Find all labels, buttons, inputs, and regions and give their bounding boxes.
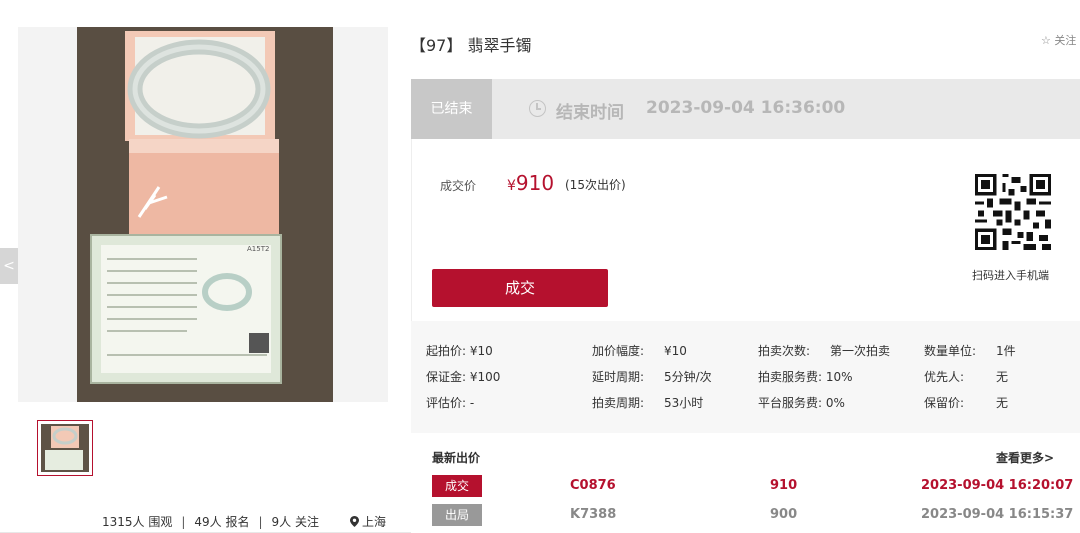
qr-code-icon[interactable] <box>975 174 1051 250</box>
see-more-link[interactable]: 查看更多> <box>996 449 1054 466</box>
bid-status-tag: 出局 <box>432 504 482 526</box>
deal-button[interactable]: 成交 <box>432 269 608 307</box>
info-item: 起拍价: ¥10 <box>426 344 493 358</box>
end-time-label: 结束时间 <box>556 103 624 123</box>
info-item: 拍卖周期: 53小时 <box>592 396 704 410</box>
info-item: 加价幅度: ¥10 <box>592 344 687 358</box>
info-col-2: 加价幅度: ¥10 延时周期: 5分钟/次 拍卖周期: 53小时 <box>592 342 712 420</box>
bidder-id: C0876 <box>570 478 616 493</box>
info-col-3: 拍卖次数: 第一次拍卖 拍卖服务费: 10% 平台服务费: 0% <box>758 342 890 420</box>
info-item: 数量单位: 1件 <box>924 344 1016 358</box>
auction-info-panel: 起拍价: ¥10 保证金: ¥100 评估价: - 加价幅度: ¥10 延时周期:… <box>411 321 1080 433</box>
views-count: 1315人 围观 <box>102 515 173 529</box>
follows-count: 9人 关注 <box>271 515 319 529</box>
thumbnail-image <box>41 424 89 472</box>
thumbnail-selected[interactable] <box>37 420 93 476</box>
location: 上海 <box>350 513 386 530</box>
info-col-1: 起拍价: ¥10 保证金: ¥100 评估价: - <box>426 342 500 420</box>
signups-count: 49人 报名 <box>194 515 250 529</box>
follow-button[interactable]: ☆ 关注 <box>1041 32 1076 48</box>
auction-status-bar: 已结束 结束时间 2023-09-04 16:36:00 <box>411 79 1080 139</box>
bid-count: (15次出价) <box>565 178 626 192</box>
currency-symbol: ¥ <box>507 178 516 194</box>
end-time-value: 2023-09-04 16:36:00 <box>646 98 846 118</box>
info-item: 拍卖服务费: 10% <box>758 370 853 384</box>
bid-amount: 900 <box>770 507 798 522</box>
bid-time: 2023-09-04 16:20:07 <box>921 478 1074 493</box>
info-item: 平台服务费: 0% <box>758 396 845 410</box>
info-item: 优先人: 无 <box>924 370 1009 384</box>
price-amount: 910 <box>515 171 555 195</box>
stats-row: 1315人 围观 | 49人 报名 | 9人 关注 <box>102 513 319 530</box>
info-item: 拍卖次数: 第一次拍卖 <box>758 344 891 358</box>
bid-row: 成交 C0876 910 2023-09-04 16:20:07 <box>411 475 1080 497</box>
clock-icon <box>529 100 546 117</box>
bid-row: 出局 K7388 900 2023-09-04 16:15:37 <box>411 504 1080 526</box>
info-item: 延时周期: 5分钟/次 <box>592 370 712 384</box>
location-pin-icon <box>350 516 359 527</box>
info-col-4: 数量单位: 1件 优先人: 无 保留价: 无 <box>924 342 1016 420</box>
jade-bangle-photo: A15T2 <box>77 27 333 402</box>
deal-price-value: ¥910 <box>507 171 554 195</box>
bidder-id: K7388 <box>570 507 617 522</box>
info-item: 保证金: ¥100 <box>426 370 501 384</box>
info-item: 保留价: 无 <box>924 396 1009 410</box>
bid-amount: 910 <box>770 478 798 493</box>
info-item: 评估价: - <box>426 396 475 410</box>
qr-caption: 扫码进入手机端 <box>972 269 1049 282</box>
svg-text:A15T2: A15T2 <box>247 245 269 253</box>
main-product-photo[interactable]: A15T2 <box>77 27 333 402</box>
stats-separator: | <box>258 515 263 529</box>
stats-separator: | <box>181 515 186 529</box>
lot-title: 【97】 翡翠手镯 <box>410 36 532 55</box>
bid-time: 2023-09-04 16:15:37 <box>921 507 1074 522</box>
gallery-prev-arrow[interactable]: < <box>0 248 18 284</box>
deal-price-label: 成交价 <box>440 179 477 193</box>
price-panel: 成交价 ¥910 (15次出价) 成交 扫码进入手机端 <box>411 139 1080 321</box>
status-badge: 已结束 <box>411 79 492 139</box>
location-text: 上海 <box>362 515 387 529</box>
latest-bids-title: 最新出价 <box>432 451 481 465</box>
latest-bids-panel: 最新出价 查看更多> 成交 C0876 910 2023-09-04 16:20… <box>411 433 1080 533</box>
bid-status-tag: 成交 <box>432 475 482 497</box>
